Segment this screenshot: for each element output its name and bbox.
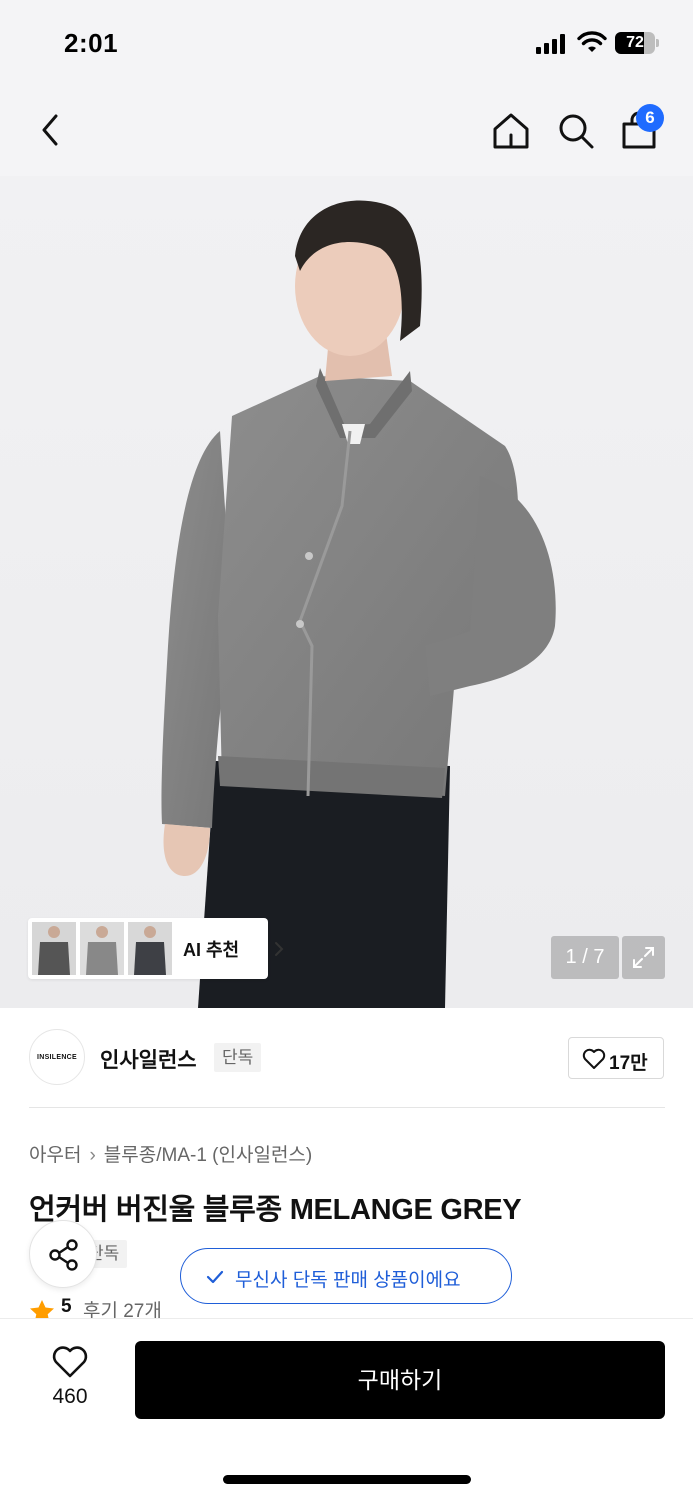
check-icon — [206, 1270, 224, 1284]
toast-message: 무신사 단독 판매 상품이에요 — [235, 1270, 461, 1291]
cellular-signal-icon — [536, 34, 568, 54]
expand-button[interactable] — [622, 936, 665, 979]
brand-like-count: 17만 — [609, 1053, 648, 1074]
chevron-left-icon[interactable] — [34, 110, 68, 150]
product-image[interactable] — [0, 176, 693, 1008]
top-nav-bar — [0, 88, 693, 176]
battery-level: 72 — [626, 34, 644, 51]
exclusive-tag: 단독 — [214, 1043, 262, 1072]
model-photo — [161, 200, 556, 1008]
breadcrumb: 아우터 › 블루종/MA-1 (인사일런스) — [29, 1140, 312, 1167]
heart-icon — [582, 1048, 606, 1069]
wish-count: 460 — [52, 1385, 88, 1408]
divider — [29, 1107, 665, 1108]
breadcrumb-item[interactable]: 아우터 — [29, 1145, 81, 1166]
brand-name[interactable]: 인사일런스 — [100, 1044, 197, 1074]
breadcrumb-item[interactable]: 블루종/MA-1 (인사일런스) — [104, 1145, 312, 1166]
home-icon[interactable] — [490, 110, 532, 152]
rating-score: 5 — [61, 1296, 72, 1317]
cart-count-badge: 6 — [636, 104, 664, 132]
status-bar: 2:01 72 — [0, 0, 693, 88]
recommend-thumbnail — [32, 922, 76, 975]
share-button[interactable] — [29, 1220, 97, 1288]
ai-recommend-label: AI 추천 — [183, 940, 240, 960]
search-icon[interactable] — [555, 110, 597, 152]
bottom-purchase-bar: 460 구매하기 — [0, 1318, 693, 1500]
brand-like-button[interactable]: 17만 — [568, 1037, 664, 1079]
battery-icon: 72 — [615, 32, 659, 54]
heart-icon[interactable] — [52, 1345, 88, 1379]
expand-icon — [633, 947, 654, 968]
image-pager: 1 / 7 — [551, 936, 619, 979]
buy-button[interactable]: 구매하기 — [135, 1341, 665, 1419]
product-title: 언커버 버진울 블루종 MELANGE GREY — [29, 1194, 522, 1226]
status-time: 2:01 — [64, 28, 119, 58]
wifi-icon — [577, 31, 607, 52]
brand-row: INSILENCE 인사일런스 단독 17만 — [0, 1008, 693, 1108]
home-indicator — [223, 1475, 471, 1484]
ai-recommend-card[interactable]: AI 추천 — [28, 918, 284, 979]
chevron-right-icon: › — [89, 1145, 96, 1166]
recommend-thumbnail — [128, 922, 172, 975]
recommend-thumbnail — [80, 922, 124, 975]
share-icon — [49, 1239, 78, 1271]
exclusive-toast: 무신사 단독 판매 상품이에요 — [180, 1248, 512, 1304]
chevron-right-icon — [275, 942, 284, 956]
brand-logo[interactable]: INSILENCE — [29, 1029, 85, 1085]
